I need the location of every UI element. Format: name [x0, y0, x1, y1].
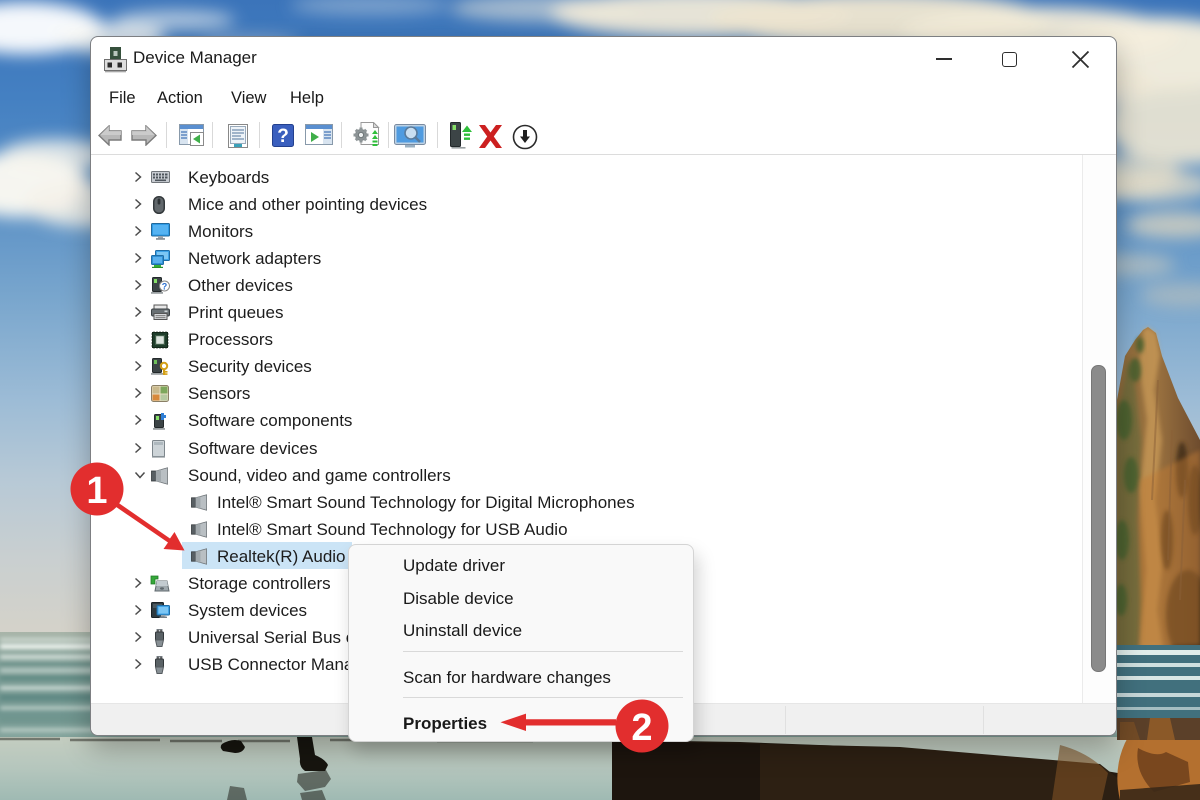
svg-text:?: ?	[277, 126, 289, 147]
svg-text:?: ?	[162, 281, 168, 291]
